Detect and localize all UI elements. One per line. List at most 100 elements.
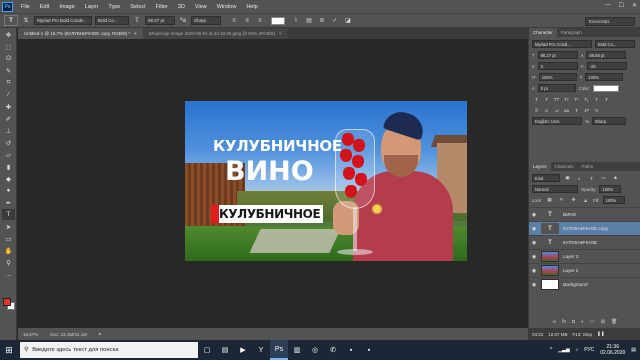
char-baseline-shift[interactable]: 0 pt — [537, 84, 576, 92]
strikethrough-icon[interactable]: Ŧ — [602, 95, 611, 103]
menu-file[interactable]: File — [16, 4, 35, 10]
alternates-icon[interactable]: aa — [562, 106, 571, 114]
visibility-eye-icon[interactable]: ◉ — [529, 226, 539, 232]
fractions-icon[interactable]: ½ — [592, 106, 601, 114]
menu-view[interactable]: View — [190, 4, 212, 10]
headline-line-1[interactable]: КУЛУБНИЧНОЕ — [213, 137, 342, 155]
char-font-size[interactable]: 98.27 pt — [537, 51, 578, 59]
move-tool-icon[interactable]: ✥ — [2, 29, 15, 40]
fill-field[interactable]: 100% — [602, 196, 625, 204]
lock-all-icon[interactable]: 🔒︎ — [581, 196, 590, 204]
tab-layers[interactable]: Layers — [529, 162, 551, 171]
recording-pause-icon[interactable]: ❚❚ — [597, 331, 605, 337]
gradient-tool-icon[interactable]: ▮ — [2, 161, 15, 172]
zoom-level[interactable]: 16,67% — [23, 332, 38, 337]
adjustment-layer-icon[interactable]: ◐ — [581, 319, 584, 328]
pen-tool-icon[interactable]: ✒ — [2, 197, 15, 208]
menu-edit[interactable]: Edit — [35, 4, 54, 10]
menu-help[interactable]: Help — [241, 4, 262, 10]
character-panel-toggle-icon[interactable]: ▤ — [304, 16, 314, 25]
swash-icon[interactable]: 𝒜 — [552, 106, 561, 114]
chrome-icon[interactable]: ◎ — [306, 340, 324, 360]
yandex-browser-icon[interactable]: Y — [252, 340, 270, 360]
char-font-style[interactable]: Bold Co... — [595, 40, 635, 48]
align-center-icon[interactable]: ≡ — [242, 16, 252, 25]
filter-pixel-icon[interactable]: ▣ — [563, 174, 572, 182]
quick-select-tool-icon[interactable]: ✎ — [2, 65, 15, 76]
char-tracking[interactable]: -25 — [586, 62, 627, 70]
commit-edit-icon[interactable]: ✓ — [330, 16, 340, 25]
color-swatches[interactable] — [3, 298, 15, 310]
filter-type-icon[interactable]: T — [587, 174, 596, 182]
filter-shape-icon[interactable]: ▭ — [599, 174, 608, 182]
language-indicator[interactable]: РУС — [584, 347, 594, 353]
zoom-tool-icon[interactable]: ⚲ — [2, 257, 15, 268]
lock-transparent-icon[interactable]: ▦ — [545, 196, 554, 204]
font-style-select[interactable]: Bold Co... — [95, 16, 129, 25]
explorer-icon[interactable]: ▥ — [288, 340, 306, 360]
warp-text-icon[interactable]: ⌇ — [291, 16, 301, 25]
faux-bold-icon[interactable]: T — [532, 95, 541, 103]
tab-close-icon[interactable]: × — [134, 31, 137, 36]
tab-whatsapp-image[interactable]: WhatsApp Image 2020-06-01 at 23.10.06.jp… — [142, 28, 288, 39]
faux-italic-icon[interactable]: T — [542, 95, 551, 103]
workspace-select[interactable]: Essentials — [585, 17, 635, 26]
menu-window[interactable]: Window — [212, 4, 242, 10]
3d-text-icon[interactable]: ◪ — [343, 16, 353, 25]
align-left-icon[interactable]: ≡ — [229, 16, 239, 25]
text-color-swatch[interactable] — [271, 16, 285, 25]
char-color-swatch[interactable] — [592, 84, 619, 92]
layer-row[interactable]: ◉ Background — [529, 277, 640, 291]
file-explorer-icon[interactable]: ▤ — [216, 340, 234, 360]
lasso-tool-icon[interactable]: ʘ — [2, 53, 15, 64]
char-vertical-scale[interactable]: 100% — [538, 73, 577, 81]
network-icon[interactable]: ▁▃▅ — [558, 347, 570, 353]
text-orientation-icon[interactable]: ⇅ — [21, 16, 31, 25]
menu-type[interactable]: Type — [103, 4, 125, 10]
tab-untitled-1[interactable]: Untitled-1 @ 16,7% (КУЛУБНИЧНОЕ copy, RG… — [18, 28, 143, 39]
layer-row[interactable]: ◉ T КУЛУБНИЧНОЕ — [529, 235, 640, 249]
tab-paragraph[interactable]: Paragraph — [557, 28, 586, 37]
clock[interactable]: 21:36 02.06.2020 — [600, 344, 625, 356]
eyedropper-tool-icon[interactable]: ⁄ — [2, 89, 15, 100]
visibility-eye-icon[interactable]: ◉ — [529, 212, 539, 218]
eraser-tool-icon[interactable]: ▱ — [2, 149, 15, 160]
filter-smart-icon[interactable]: ◈ — [611, 174, 620, 182]
layer-row[interactable]: ◉ T ВИНО — [529, 207, 640, 221]
blend-mode-select[interactable]: Normal — [532, 185, 578, 193]
char-leading[interactable]: 85.68 pt — [586, 51, 627, 59]
visibility-eye-icon[interactable]: ◉ — [529, 240, 539, 246]
menu-3d[interactable]: 3D — [173, 4, 190, 10]
document-canvas[interactable]: КУЛУБНИЧНОЕ ВИНО КУЛУБНИЧНОЕ — [185, 101, 467, 261]
app-icon[interactable]: ▪ — [342, 340, 360, 360]
windows-start-icon[interactable]: ⊞ — [0, 340, 18, 360]
new-group-icon[interactable]: ▭ — [590, 319, 595, 328]
type-tool-icon[interactable]: T — [2, 209, 15, 220]
ordinals-icon[interactable]: 1ˢᵗ — [582, 106, 591, 114]
opacity-field[interactable]: 100% — [599, 185, 622, 193]
tab-channels[interactable]: Channels — [551, 162, 578, 171]
char-horizontal-scale[interactable]: 100% — [585, 73, 624, 81]
char-antialias[interactable]: Sharp — [591, 117, 626, 125]
visibility-eye-icon[interactable]: ◉ — [529, 254, 539, 260]
link-layers-icon[interactable]: ∞ — [553, 319, 557, 328]
status-arrow-icon[interactable]: ▸ — [99, 331, 101, 337]
maximize-button[interactable]: ☐ — [619, 2, 624, 9]
layer-style-icon[interactable]: fx — [562, 319, 566, 328]
font-size-field[interactable]: 98.27 pt — [145, 16, 175, 25]
whatsapp-icon[interactable]: ✆ — [324, 340, 342, 360]
menu-filter[interactable]: Filter — [151, 4, 173, 10]
add-mask-icon[interactable]: ◘ — [572, 319, 575, 328]
minimize-button[interactable]: — — [605, 2, 611, 9]
menu-select[interactable]: Select — [125, 4, 150, 10]
titling-icon[interactable]: T — [572, 106, 581, 114]
align-right-icon[interactable]: ≡ — [255, 16, 265, 25]
all-caps-icon[interactable]: TT — [552, 95, 561, 103]
cancel-edit-icon[interactable]: ⊘ — [317, 16, 327, 25]
menu-image[interactable]: Image — [54, 4, 79, 10]
more-tools-icon[interactable]: … — [2, 269, 15, 280]
shape-tool-icon[interactable]: ▭ — [2, 233, 15, 244]
tray-arrow-icon[interactable]: ^ — [550, 347, 552, 353]
menu-layer[interactable]: Layer — [80, 4, 104, 10]
marquee-tool-icon[interactable]: ⬚ — [2, 41, 15, 52]
